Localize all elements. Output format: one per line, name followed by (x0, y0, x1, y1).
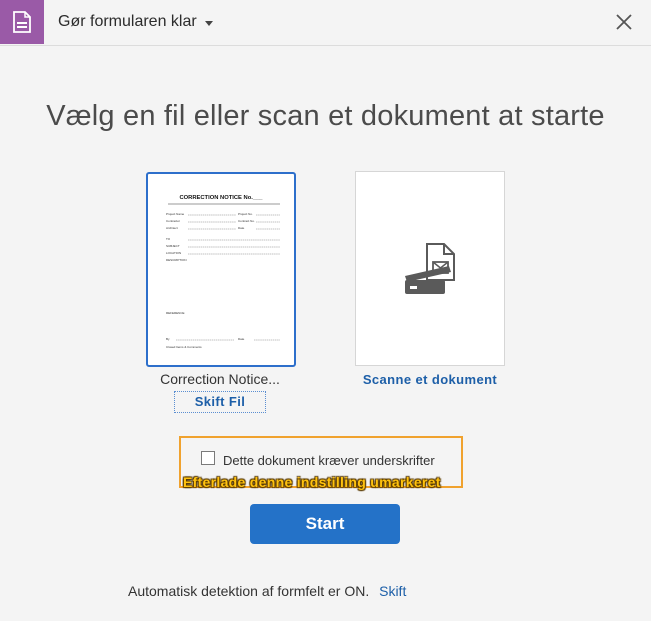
start-button[interactable]: Start (250, 504, 400, 544)
close-icon[interactable] (612, 10, 636, 34)
scan-document-card[interactable] (355, 171, 505, 366)
svg-text:Project No.: Project No. (238, 212, 253, 216)
svg-text:Contract No.: Contract No. (238, 219, 255, 223)
svg-text:By: By (166, 337, 170, 341)
requires-signatures-label[interactable]: Dette dokument kræver underskrifter (223, 453, 435, 468)
svg-text:LOCATION: LOCATION (166, 251, 181, 255)
requires-signatures-checkbox[interactable] (201, 451, 215, 465)
svg-text:Date: Date (238, 226, 245, 230)
document-thumbnail: CORRECTION NOTICE No.___ Project Name Pr… (166, 195, 280, 349)
page-heading: Vælg en fil eller scan et dokument at st… (46, 100, 605, 132)
file-name-label: Correction Notice... (160, 371, 280, 387)
selected-file-card[interactable]: CORRECTION NOTICE No.___ Project Name Pr… (146, 172, 296, 367)
form-detection-text: Automatisk detektion af formfelt er ON. (128, 583, 370, 599)
title-bar: Gør formularen klar (0, 0, 651, 46)
scan-document-link[interactable]: Scanne et dokument (340, 372, 520, 387)
thumb-title: CORRECTION NOTICE No.___ (179, 195, 263, 201)
svg-text:DESCRIPTION: DESCRIPTION (166, 258, 187, 262)
svg-text:Project Name: Project Name (166, 212, 185, 216)
svg-text:Date: Date (238, 337, 245, 341)
svg-text:SUBJECT: SUBJECT (166, 244, 180, 248)
svg-text:Closed Items & Comments: Closed Items & Comments (166, 345, 202, 349)
svg-text:REFERENCE: REFERENCE (166, 311, 185, 315)
form-detection-status: Automatisk detektion af formfelt er ON. … (128, 583, 406, 599)
svg-text:Architect: Architect (166, 226, 178, 230)
title-dropdown[interactable]: Gør formularen klar (58, 13, 213, 31)
change-file-link[interactable]: Skift Fil (174, 391, 266, 413)
window-title: Gør formularen klar (58, 13, 197, 30)
svg-text:Contractor: Contractor (166, 219, 180, 223)
caret-down-icon (204, 20, 213, 26)
change-detection-link[interactable]: Skift (379, 583, 406, 599)
pdf-form-icon (0, 0, 44, 44)
svg-text:TO: TO (166, 237, 171, 241)
annotation-hint: Efterlade denne indstilling umarkeret (183, 474, 441, 490)
scanner-icon (405, 243, 455, 294)
